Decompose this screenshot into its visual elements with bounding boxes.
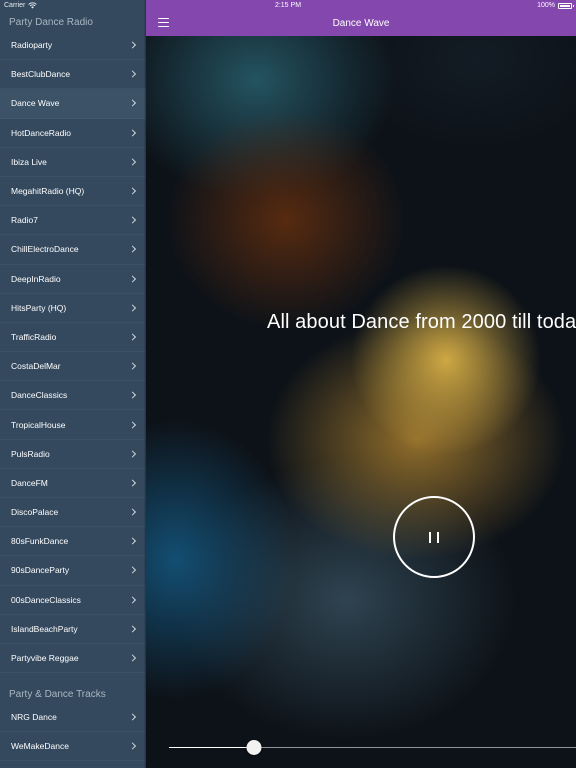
section-title-party-dance-tracks: Party & Dance Tracks	[9, 689, 106, 700]
sidebar-item-discopalace[interactable]: DiscoPalace	[0, 498, 146, 528]
sidebar-item-label: IslandBeachParty	[11, 623, 78, 634]
sidebar-item-label: Radioparty	[11, 40, 53, 51]
chevron-right-icon	[128, 625, 137, 633]
sidebar-item-label: MegahitRadio (HQ)	[11, 186, 85, 197]
station-list-party-dance-radio: Radioparty BestClubDance Dance Wave HotDanc…	[0, 31, 146, 674]
sidebar-item-90sdanceparty[interactable]: 90sDanceParty	[0, 556, 146, 586]
sidebar-item-label: CostaDelMar	[11, 361, 61, 372]
sidebar-item-dancefm[interactable]: DanceFM	[0, 469, 146, 498]
chevron-right-icon	[128, 479, 137, 487]
sidebar-item-islandbeachparty[interactable]: IslandBeachParty	[0, 615, 146, 644]
sidebar-item-nrg-dance[interactable]: NRG Dance	[0, 703, 146, 733]
chevron-right-icon	[128, 333, 137, 341]
sidebar-item-tropicalhouse[interactable]: TropicalHouse	[0, 410, 146, 440]
chevron-right-icon	[128, 566, 137, 575]
chevron-right-icon	[128, 508, 137, 516]
sidebar-item-label: PulsRadio	[11, 448, 50, 459]
nav-title: Dance Wave	[332, 18, 390, 29]
sidebar-item-dance-wave[interactable]: Dance Wave	[0, 89, 146, 119]
chevron-right-icon	[128, 158, 137, 166]
sidebar-item-label: Radio7	[11, 215, 38, 226]
chevron-right-icon	[128, 41, 137, 49]
chevron-right-icon	[128, 362, 137, 370]
sidebar-item-danceclassics[interactable]: DanceClassics	[0, 381, 146, 411]
sidebar-item-80sfunkdance[interactable]: 80sFunkDance	[0, 527, 146, 557]
sidebar-item-label: DeepInRadio	[11, 273, 61, 284]
chevron-right-icon	[128, 275, 137, 283]
sidebar-item-label: DanceFM	[11, 477, 48, 488]
sidebar-item-label: 90sDanceParty	[11, 565, 70, 576]
sidebar-item-deepinradio[interactable]: DeepInRadio	[0, 265, 146, 294]
sidebar-item-radio7[interactable]: Radio7	[0, 206, 146, 236]
station-list-party-dance-tracks: NRG Dance WeMakeDance	[0, 703, 146, 762]
chevron-right-icon	[128, 304, 137, 312]
chevron-right-icon	[128, 391, 137, 399]
chevron-right-icon	[128, 129, 137, 137]
sidebar-item-label: DiscoPalace	[11, 507, 59, 518]
sidebar-item-label: DanceClassics	[11, 390, 68, 401]
battery-percent: 100%	[537, 2, 555, 9]
volume-thumb[interactable]	[246, 740, 262, 755]
sidebar-item-label: TropicalHouse	[11, 419, 66, 430]
sidebar-item-wemakedance[interactable]: WeMakeDance	[0, 732, 146, 762]
battery-icon	[558, 2, 574, 9]
status-time: 2:15 PM	[274, 2, 302, 9]
sidebar-item-label: BestClubDance	[11, 69, 71, 80]
chevron-right-icon	[128, 742, 137, 750]
volume-fill	[169, 747, 255, 748]
sidebar-item-label: ChillElectroDance	[11, 244, 79, 255]
sidebar-item-megahitradio-hq[interactable]: MegahitRadio (HQ)	[0, 177, 146, 207]
station-tagline: All about Dance from 2000 till toda	[267, 311, 576, 333]
player-view: Dance Wave All about Dance from 2000 til…	[146, 0, 576, 768]
sidebar-item-partyvibe-reggae[interactable]: Partyvibe Reggae	[0, 644, 146, 674]
chevron-right-icon	[128, 713, 137, 721]
sidebar-item-ibiza-live[interactable]: Ibiza Live	[0, 148, 146, 177]
chevron-right-icon	[128, 245, 137, 253]
sidebar-item-label: 80sFunkDance	[11, 536, 69, 547]
sidebar-item-label: WeMakeDance	[11, 741, 69, 752]
volume-slider[interactable]	[169, 740, 576, 756]
chevron-right-icon	[128, 99, 137, 108]
station-sidebar: Party Dance Radio Radioparty BestClubDanc…	[0, 0, 146, 768]
chevron-right-icon	[128, 70, 137, 78]
chevron-right-icon	[128, 537, 137, 545]
sidebar-item-label: 00sDanceClassics	[11, 594, 81, 605]
chevron-right-icon	[128, 420, 137, 429]
sidebar-item-hitsparty-hq[interactable]: HitsParty (HQ)	[0, 294, 146, 323]
sidebar-item-costadelmar[interactable]: CostaDelMar	[0, 352, 146, 382]
sidebar-item-label: Partyvibe Reggae	[11, 653, 79, 664]
status-bar: Carrier 2:15 PM 100%	[0, 0, 576, 12]
sidebar-item-label: HitsParty (HQ)	[11, 302, 67, 313]
sidebar-item-chillelectrodance[interactable]: ChillElectroDance	[0, 235, 146, 265]
pause-button[interactable]	[393, 496, 475, 578]
status-right: 100%	[537, 2, 574, 9]
sidebar-item-label: Ibiza Live	[11, 156, 47, 167]
chevron-right-icon	[128, 596, 137, 604]
section-title-party-dance-radio: Party Dance Radio	[9, 17, 93, 28]
chevron-right-icon	[128, 654, 137, 662]
sidebar-item-trafficradio[interactable]: TrafficRadio	[0, 323, 146, 353]
sidebar-item-label: TrafficRadio	[11, 331, 57, 342]
sidebar-item-pulsradio[interactable]: PulsRadio	[0, 440, 146, 469]
sidebar-item-label: Dance Wave	[11, 98, 60, 109]
chevron-right-icon	[128, 187, 137, 195]
sidebar-item-label: HotDanceRadio	[11, 127, 72, 138]
sidebar-item-label: NRG Dance	[11, 712, 57, 723]
chevron-right-icon	[128, 450, 137, 458]
sidebar-item-radioparty[interactable]: Radioparty	[0, 31, 146, 61]
chevron-right-icon	[128, 216, 137, 224]
sidebar-item-00sdanceclassics[interactable]: 00sDanceClassics	[0, 586, 146, 615]
sidebar-item-hotdanceradio[interactable]: HotDanceRadio	[0, 119, 146, 148]
pause-icon	[429, 532, 439, 543]
sidebar-item-bestclubdance[interactable]: BestClubDance	[0, 60, 146, 90]
